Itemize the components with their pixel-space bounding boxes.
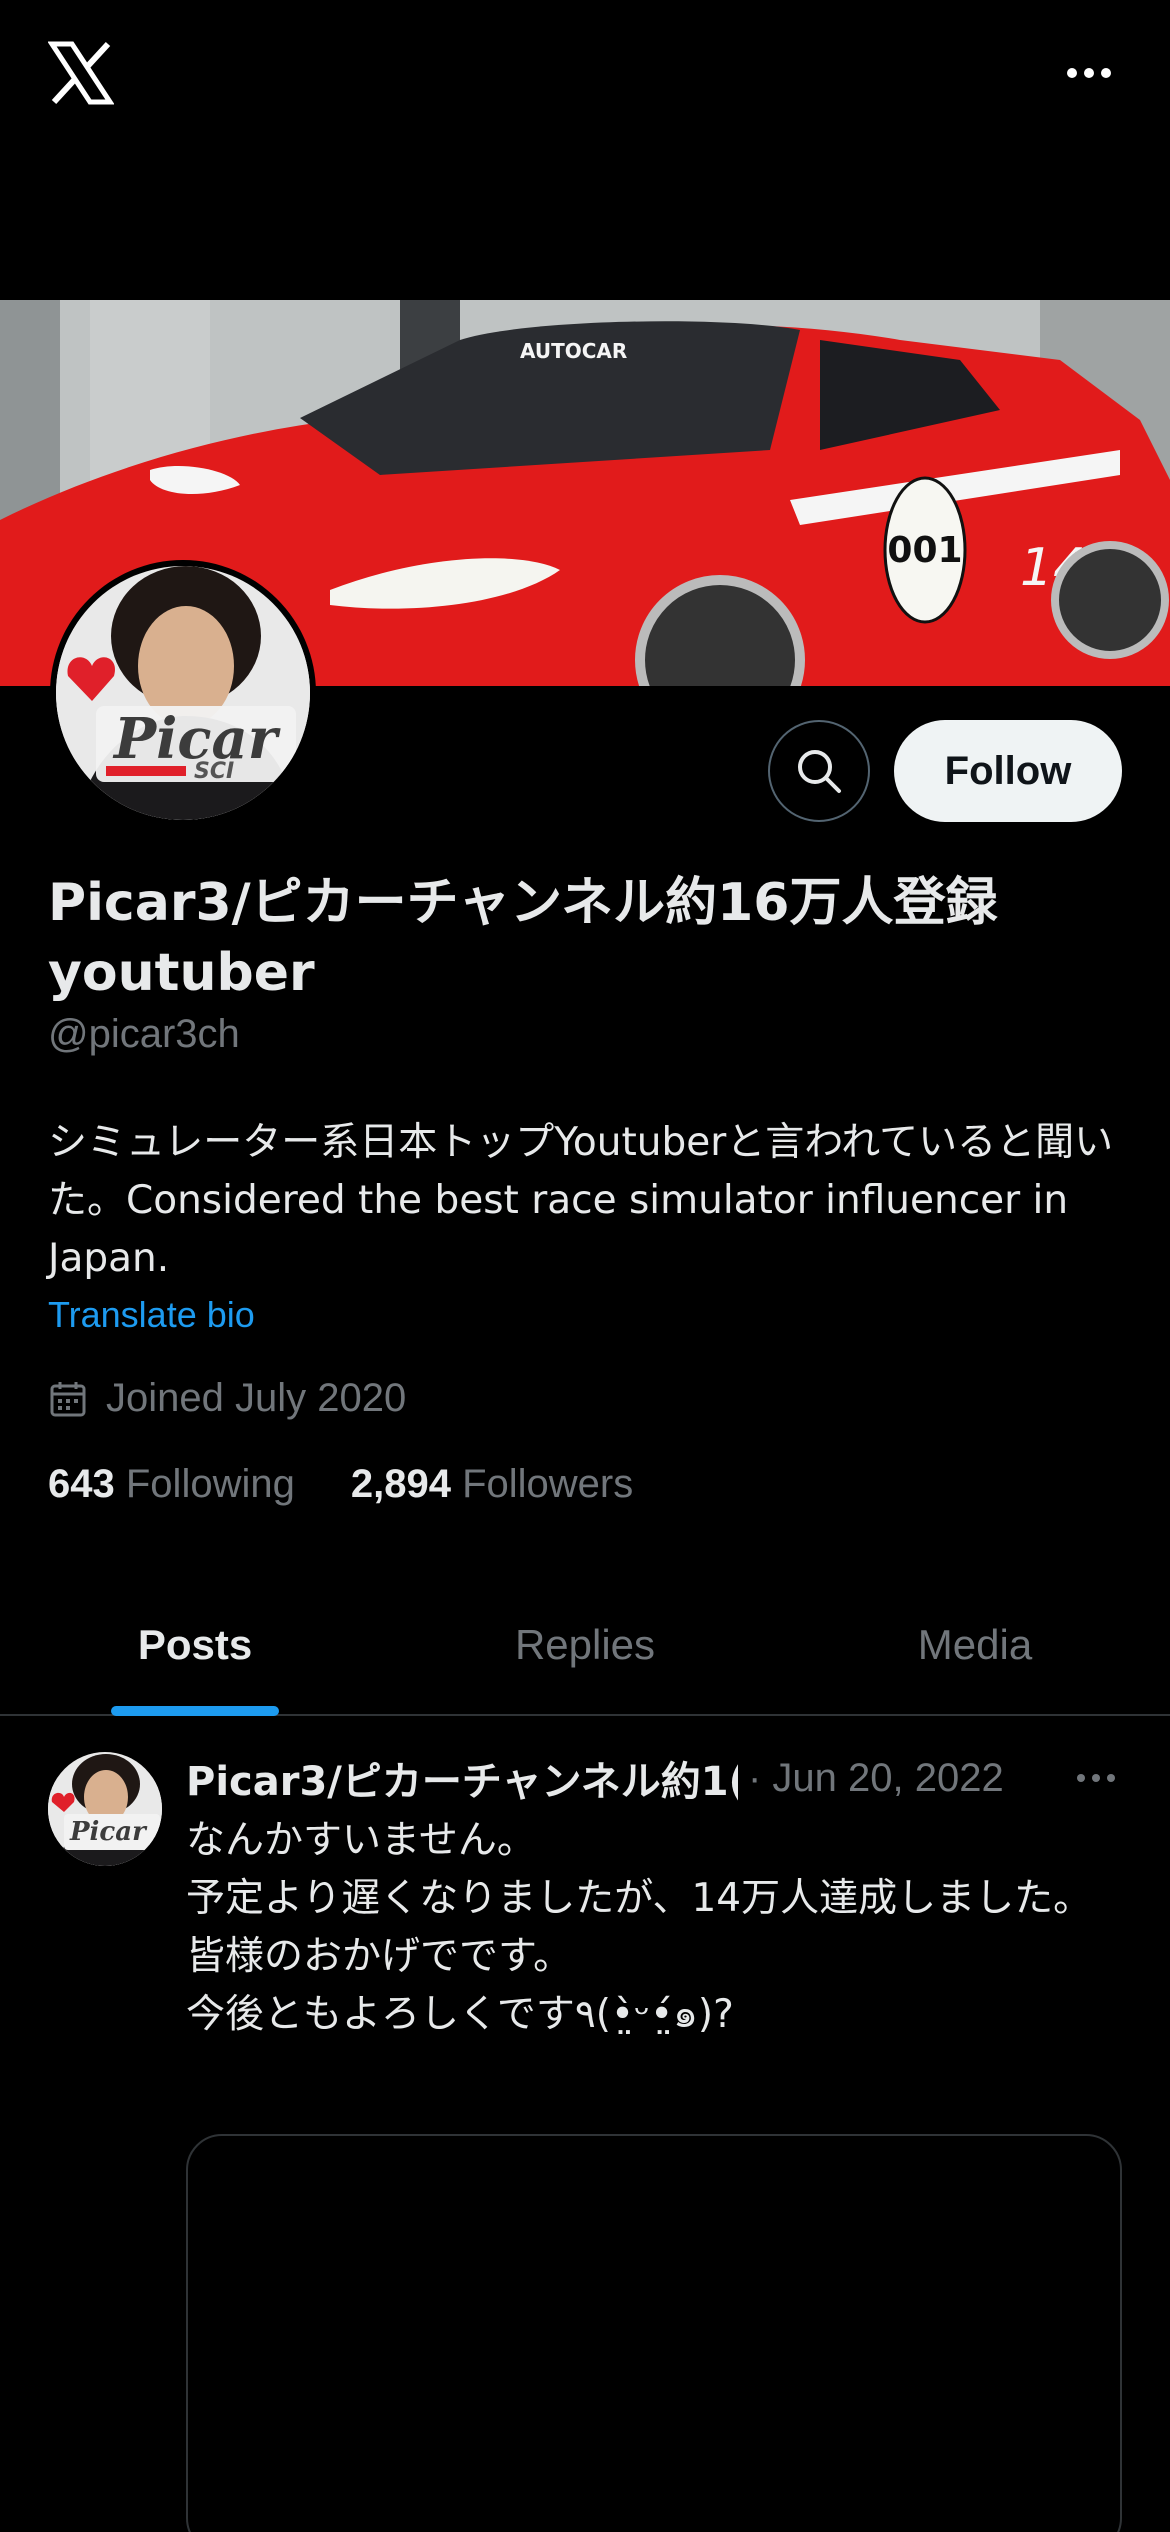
tab-posts-label: Posts	[137, 1621, 253, 1668]
tab-media-label: Media	[917, 1621, 1033, 1668]
post-date[interactable]: · Jun 20, 2022	[748, 1756, 1004, 1801]
svg-text:Picar: Picar	[69, 1817, 148, 1847]
tab-replies[interactable]: Replies	[390, 1576, 780, 1714]
followers-stat[interactable]: 2,894 Followers	[351, 1462, 633, 1507]
svg-text:AUTOCAR: AUTOCAR	[520, 339, 627, 363]
post-item[interactable]: Picar Picar3/ピカーチャンネル約1( · Jun 20, 2022 …	[0, 1718, 1170, 2532]
profile-display-name: Picar3/ピカーチャンネル約16万人登録youtuber	[48, 873, 998, 1003]
tab-posts[interactable]: Posts	[0, 1576, 390, 1716]
joined-date: Joined July 2020	[48, 1376, 406, 1421]
follow-button[interactable]: Follow	[894, 720, 1122, 822]
profile-handle: @picar3ch	[48, 1012, 240, 1056]
avatar-image: Picar SCI	[56, 566, 310, 820]
following-stat[interactable]: 643 Following	[48, 1462, 295, 1507]
profile-bio: シミュレーター系日本トップYoutuberと言われていると聞いた。Conside…	[48, 1120, 1114, 1281]
joined-label: Joined July 2020	[106, 1376, 407, 1420]
post-header: Picar3/ピカーチャンネル約1( · Jun 20, 2022	[186, 1748, 1126, 1808]
search-icon	[798, 750, 841, 793]
profile-stats: 643 Following 2,894 Followers	[48, 1462, 633, 1507]
svg-text:SCI: SCI	[194, 759, 234, 784]
post-author-name[interactable]: Picar3/ピカーチャンネル約1(	[186, 1749, 738, 1807]
translate-bio-link[interactable]: Translate bio	[48, 1294, 255, 1336]
followers-count: 2,894	[350, 1462, 451, 1506]
following-count: 643	[48, 1462, 115, 1506]
post-text: なんかすいません。 予定より遅くなりましたが、14万人達成しました。 皆様のおか…	[186, 1818, 1093, 2037]
following-label: Following	[125, 1462, 295, 1506]
x-logo-icon[interactable]	[47, 40, 115, 106]
post-more-icon[interactable]	[1066, 1754, 1126, 1802]
tab-media[interactable]: Media	[780, 1576, 1170, 1714]
calendar-icon	[50, 1381, 86, 1416]
tab-replies-label: Replies	[514, 1621, 656, 1668]
top-bar	[0, 0, 1170, 300]
profile-tabs: Posts Replies Media	[0, 1576, 1170, 1716]
post-media-card[interactable]	[186, 2134, 1122, 2532]
svg-text:001: 001	[887, 530, 962, 571]
profile-avatar[interactable]: Picar SCI	[50, 560, 316, 826]
active-tab-indicator	[111, 1706, 279, 1716]
post-author-avatar[interactable]: Picar	[48, 1752, 162, 1866]
followers-label: Followers	[462, 1462, 634, 1506]
more-options-icon[interactable]	[1056, 50, 1122, 96]
search-button[interactable]	[768, 720, 870, 822]
